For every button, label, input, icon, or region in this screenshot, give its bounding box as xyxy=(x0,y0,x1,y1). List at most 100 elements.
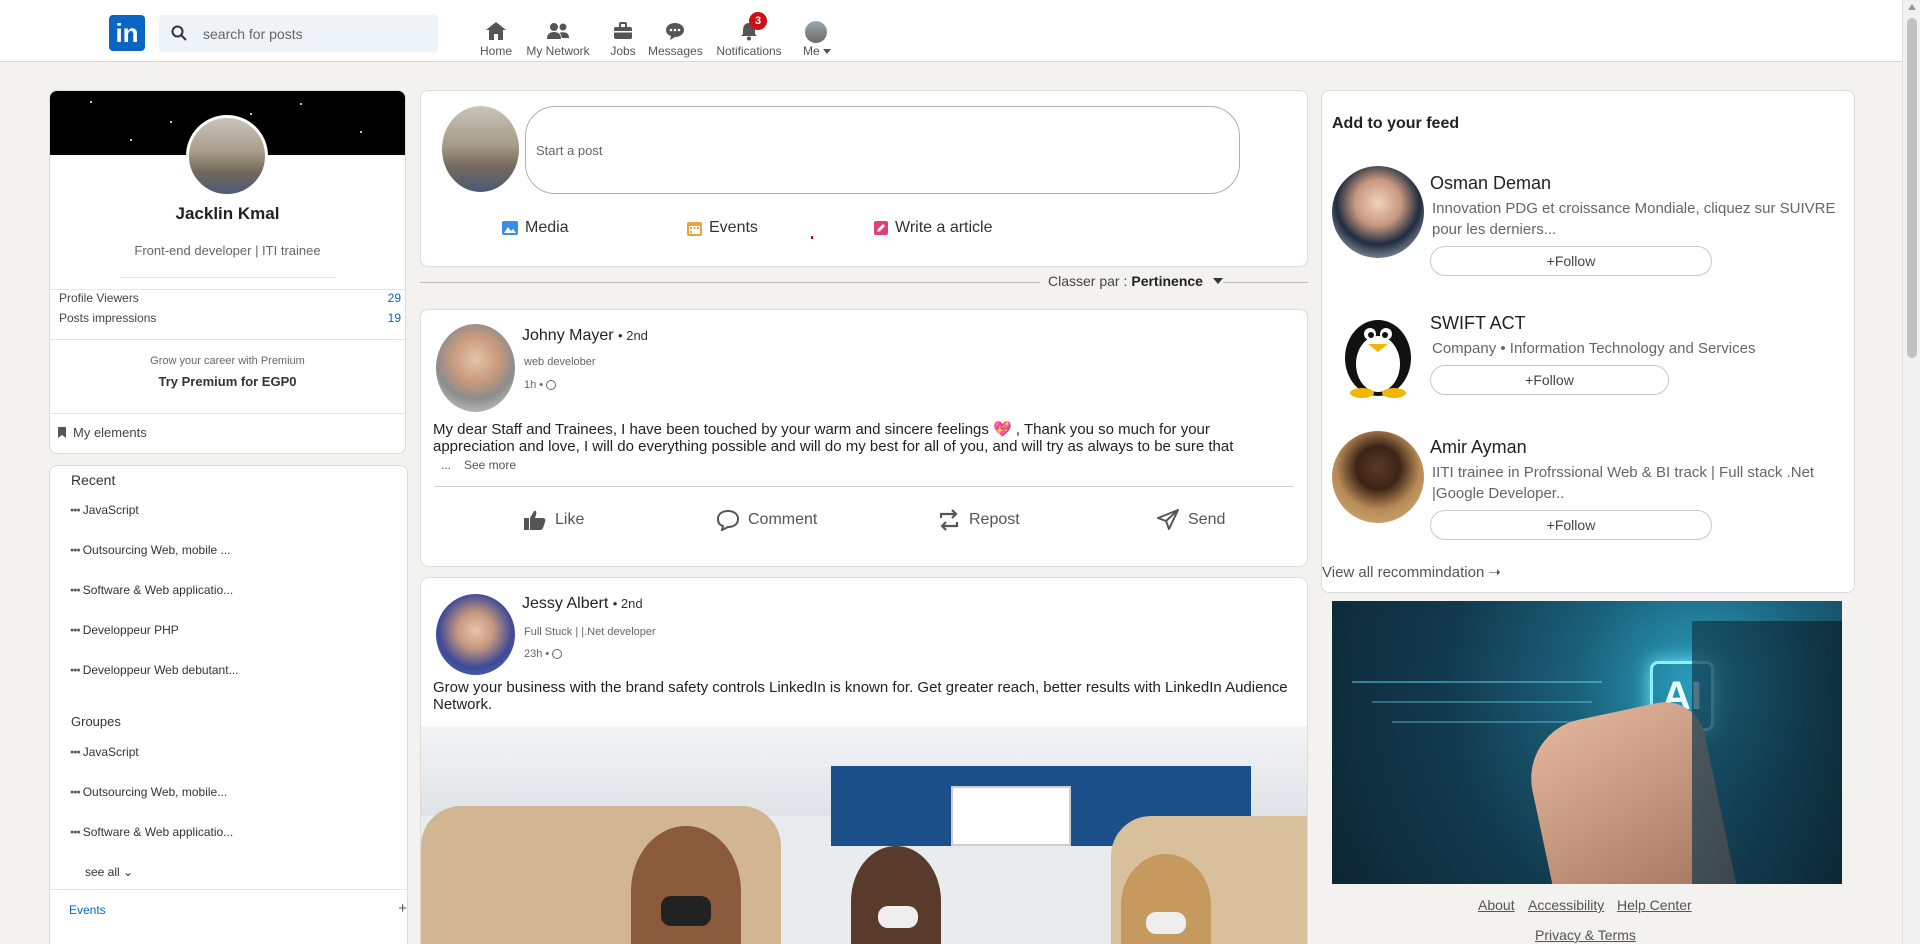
nav-home[interactable]: Home xyxy=(480,20,512,58)
stat-profile-viewers-label[interactable]: Profile Viewers xyxy=(59,291,139,305)
decorative-dot xyxy=(811,236,813,239)
linkedin-logo[interactable]: in xyxy=(109,15,145,51)
author-avatar[interactable] xyxy=(436,324,515,412)
write-article-button[interactable]: Write a article xyxy=(874,219,993,237)
network-icon xyxy=(547,23,569,39)
follow-button[interactable]: +Follow xyxy=(1430,510,1712,540)
group-icon: ●●● xyxy=(70,506,81,514)
comment-label: Comment xyxy=(748,511,818,528)
recent-item[interactable]: ●●● Developpeur Web debutant... xyxy=(70,663,239,677)
premium-subtitle: Grow your career with Premium xyxy=(150,355,305,367)
scroll-thumb[interactable] xyxy=(1907,18,1917,358)
add-event-button[interactable]: + xyxy=(398,900,407,917)
group-item[interactable]: ●●● Outsourcing Web, mobile... xyxy=(70,785,227,799)
nav-messages[interactable]: Messages xyxy=(648,20,703,58)
group-icon: ●●● xyxy=(70,626,81,634)
group-item[interactable]: ●●● JavaScript xyxy=(70,745,139,759)
author-name-text: Johny Mayer xyxy=(522,327,614,344)
chat-icon xyxy=(666,23,684,40)
my-elements-label: My elements xyxy=(73,425,147,440)
post-image[interactable] xyxy=(421,726,1307,944)
see-all-link[interactable]: see all ⌄ xyxy=(85,865,133,879)
group-item-label: JavaScript xyxy=(82,745,139,759)
stat-post-impressions-value[interactable]: 19 xyxy=(388,311,401,325)
briefcase-icon xyxy=(614,22,632,39)
group-item-label: Software & Web applicatio... xyxy=(82,825,234,839)
profile-avatar[interactable] xyxy=(186,115,268,197)
recommendation-avatar[interactable] xyxy=(1332,166,1424,258)
like-button[interactable]: Like xyxy=(523,509,584,531)
repost-button[interactable]: Repost xyxy=(937,509,1020,531)
footer-help-center[interactable]: Help Center xyxy=(1617,897,1692,913)
comment-button[interactable]: Comment xyxy=(716,509,817,531)
scroll-up-arrow[interactable] xyxy=(1908,4,1916,10)
profile-headline: Front-end developer | ITI trainee xyxy=(134,243,321,258)
ad-image[interactable]: AI xyxy=(1332,601,1842,884)
author-name[interactable]: Jessy Albert • 2nd xyxy=(522,595,643,613)
events-label: Events xyxy=(709,219,758,236)
image-icon xyxy=(502,221,518,235)
nav-jobs[interactable]: Jobs xyxy=(610,20,636,58)
view-all-recommendations-link[interactable]: View all recommindation ➝ xyxy=(1322,563,1501,582)
like-label: Like xyxy=(555,511,585,528)
author-name[interactable]: Johny Mayer • 2nd xyxy=(522,327,648,345)
author-title: web develober xyxy=(524,356,596,368)
profile-name[interactable]: Jacklin Kmal xyxy=(50,204,405,224)
recommendation-name[interactable]: Osman Deman xyxy=(1430,173,1551,194)
group-icon: ●●● xyxy=(70,748,81,756)
recommendation-name[interactable]: SWIFT ACT xyxy=(1430,313,1526,334)
start-post-input[interactable]: Start a post xyxy=(525,106,1240,194)
recommendation-avatar[interactable] xyxy=(1332,431,1424,523)
group-icon: ●●● xyxy=(70,828,81,836)
globe-icon xyxy=(546,380,557,390)
post-composer: Start a post Media Events Write a articl… xyxy=(420,90,1308,267)
follow-button[interactable]: +Follow xyxy=(1430,246,1712,276)
recommendation-desc: Company • Information Technology and Ser… xyxy=(1432,340,1756,357)
events-link[interactable]: Events xyxy=(69,903,106,917)
recent-item[interactable]: ●●● Software & Web applicatio... xyxy=(70,583,233,597)
search-input[interactable] xyxy=(203,15,433,52)
composer-avatar[interactable] xyxy=(442,106,519,192)
follow-button[interactable]: +Follow xyxy=(1430,365,1669,395)
view-all-label: View all recommindation xyxy=(1322,563,1485,581)
group-item[interactable]: ●●● Software & Web applicatio... xyxy=(70,825,233,839)
recent-item[interactable]: ●●● Developpeur PHP xyxy=(70,623,179,637)
nav-jobs-label: Jobs xyxy=(610,44,636,58)
stat-profile-viewers-value[interactable]: 29 xyxy=(388,291,401,305)
thumbs-up-icon xyxy=(524,510,546,530)
try-premium-link[interactable]: Try Premium for EGP0 xyxy=(50,374,405,389)
recent-item[interactable]: ●●● JavaScript xyxy=(70,503,139,517)
stat-post-impressions-label[interactable]: Posts impressions xyxy=(59,311,156,325)
nav-notifications[interactable]: Notifications xyxy=(715,20,783,58)
recommendation-desc: Innovation PDG et croissance Mondiale, c… xyxy=(1432,200,1836,238)
nav-me[interactable]: Me xyxy=(800,44,834,58)
top-navbar: in Home My Network Jobs Messages Notific… xyxy=(0,0,1902,62)
footer-accessibility[interactable]: Accessibility xyxy=(1528,897,1604,913)
divider xyxy=(120,277,336,278)
sort-prefix: Classer par : xyxy=(1048,273,1128,289)
vertical-scrollbar[interactable] xyxy=(1902,0,1920,944)
penguin-logo[interactable] xyxy=(1332,306,1424,398)
search-box[interactable] xyxy=(159,15,438,52)
media-button[interactable]: Media xyxy=(502,219,569,237)
me-avatar[interactable] xyxy=(805,21,827,43)
recommendation-name[interactable]: Amir Ayman xyxy=(1430,437,1527,458)
group-icon: ●●● xyxy=(70,546,81,554)
nav-me-label: Me xyxy=(802,44,820,58)
footer-privacy-terms[interactable]: Privacy & Terms xyxy=(1535,927,1636,943)
add-to-feed-card: Add to your feed Osman Deman Innovation … xyxy=(1321,90,1855,593)
post-card: Jessy Albert • 2nd Full Stuck | |.Net de… xyxy=(420,577,1308,944)
recent-item[interactable]: ●●● Outsourcing Web, mobile ... xyxy=(70,543,231,557)
nav-my-network[interactable]: My Network xyxy=(525,20,591,58)
my-elements-link[interactable]: My elements xyxy=(58,425,147,440)
events-button[interactable]: Events xyxy=(687,219,758,237)
nav-my-network-label: My Network xyxy=(526,44,590,58)
notification-badge: 3 xyxy=(749,12,767,30)
groups-heading: Groupes xyxy=(71,714,121,729)
author-avatar[interactable] xyxy=(436,594,515,675)
send-button[interactable]: Send xyxy=(1156,509,1225,531)
footer-about[interactable]: About xyxy=(1478,897,1515,913)
sort-dropdown[interactable]: Classer par : Pertinence xyxy=(1040,273,1223,289)
group-icon: ●●● xyxy=(70,586,81,594)
see-more-link[interactable]: See more xyxy=(464,458,516,472)
